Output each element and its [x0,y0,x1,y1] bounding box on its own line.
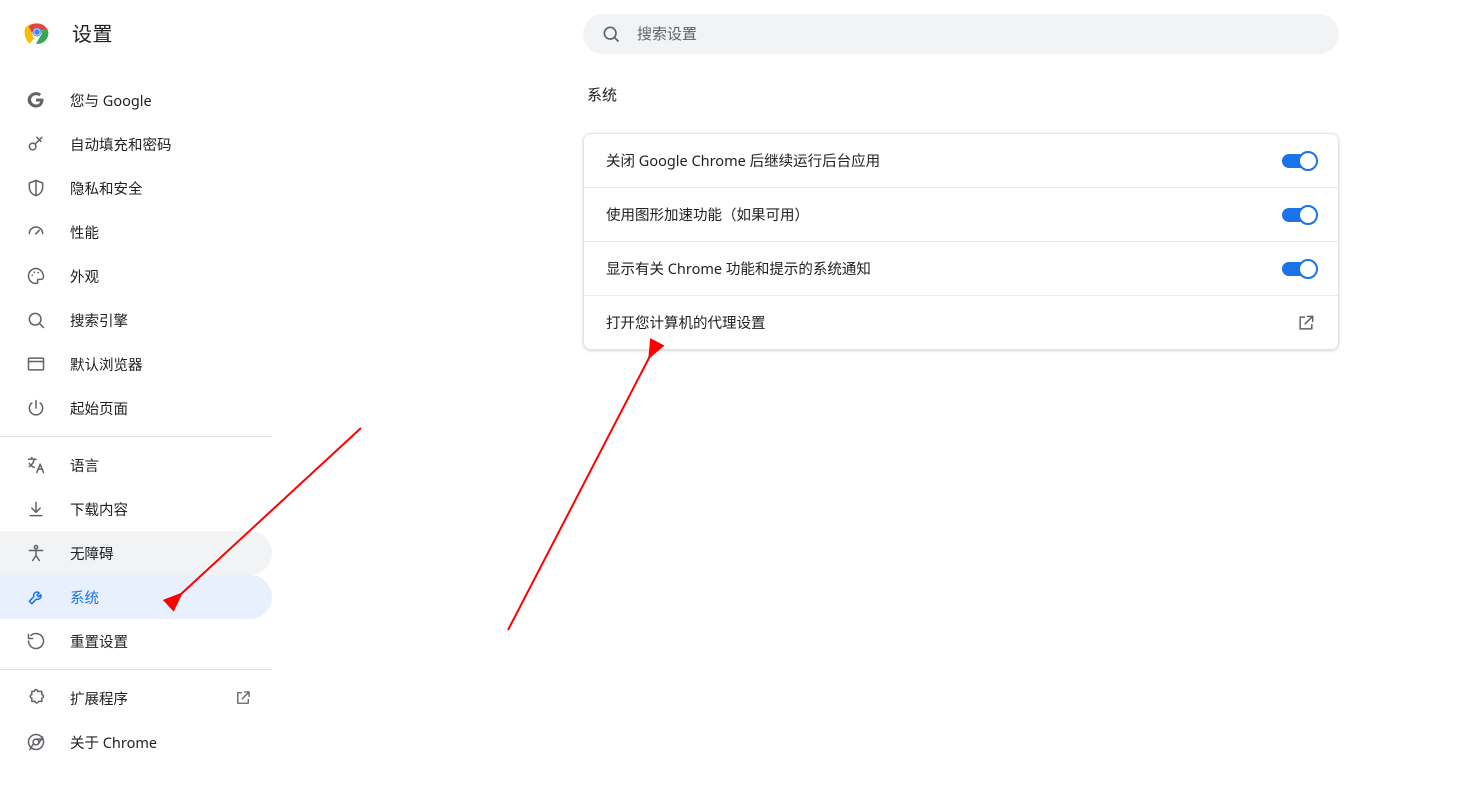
puzzle-icon [26,688,46,708]
system-toggle-row: 使用图形加速功能（如果可用） [584,187,1338,241]
shield-icon [26,178,46,198]
sidebar-item-label: 起始页面 [70,398,128,419]
google-icon [26,90,46,110]
translate-icon [26,455,46,475]
sidebar-item-label: 扩展程序 [70,688,128,709]
toggle-switch[interactable] [1282,151,1316,171]
sidebar-item-label: 语言 [70,455,99,476]
row-label: 显示有关 Chrome 功能和提示的系统通知 [606,258,871,279]
sidebar-item-extensions[interactable]: 扩展程序 [0,676,272,720]
system-toggle-row: 显示有关 Chrome 功能和提示的系统通知 [584,241,1338,295]
sidebar-item-reset[interactable]: 重置设置 [0,619,272,663]
sidebar-item-downloads[interactable]: 下载内容 [0,487,272,531]
system-toggle-row: 关闭 Google Chrome 后继续运行后台应用 [584,134,1338,187]
toggle-switch[interactable] [1282,205,1316,225]
toggle-switch[interactable] [1282,259,1316,279]
search-input[interactable] [635,25,1321,44]
sidebar-item-autofill[interactable]: 自动填充和密码 [0,122,272,166]
section-title: 系统 [583,84,1339,105]
chrome-outline-icon [26,732,46,752]
sidebar-item-privacy[interactable]: 隐私和安全 [0,166,272,210]
wrench-icon [26,587,46,607]
header-left: 设置 [0,18,113,47]
sidebar-item-appearance[interactable]: 外观 [0,254,272,298]
nav-divider [0,669,272,670]
sidebar-item-label: 关于 Chrome [70,732,157,753]
row-label: 关闭 Google Chrome 后继续运行后台应用 [606,150,880,171]
sidebar-item-label: 无障碍 [70,543,114,564]
sidebar-item-label: 您与 Google [70,90,152,111]
page-title: 设置 [72,18,113,47]
speed-icon [26,222,46,242]
search-icon [26,310,46,330]
sidebar-item-label: 自动填充和密码 [70,134,172,155]
window-icon [26,354,46,374]
sidebar-item-label: 重置设置 [70,631,128,652]
search-bar[interactable] [583,14,1339,54]
nav-divider [0,436,272,437]
restore-icon [26,631,46,651]
chrome-logo-icon [24,19,50,45]
main: 系统 关闭 Google Chrome 后继续运行后台应用使用图形加速功能（如果… [272,64,1462,764]
sidebar-item-label: 性能 [70,222,99,243]
accessibility-icon [26,543,46,563]
search-icon [601,24,621,44]
system-open-proxy-row[interactable]: 打开您计算机的代理设置 [584,295,1338,349]
sidebar-item-label: 隐私和安全 [70,178,143,199]
sidebar-item-default-browser[interactable]: 默认浏览器 [0,342,272,386]
sidebar-item-accessibility[interactable]: 无障碍 [0,531,272,575]
sidebar-item-system[interactable]: 系统 [0,575,272,619]
sidebar-item-search-engine[interactable]: 搜索引擎 [0,298,272,342]
key-icon [26,134,46,154]
row-label: 使用图形加速功能（如果可用） [606,204,809,225]
sidebar-item-label: 系统 [70,587,99,608]
sidebar-item-label: 外观 [70,266,99,287]
content: 系统 关闭 Google Chrome 后继续运行后台应用使用图形加速功能（如果… [583,84,1339,350]
download-icon [26,499,46,519]
open-external-icon [234,689,252,707]
sidebar-item-label: 搜索引擎 [70,310,128,331]
sidebar-item-you-google[interactable]: 您与 Google [0,78,272,122]
open-external-icon [1296,313,1316,333]
search-bar-wrap [583,14,1339,54]
sidebar-item-languages[interactable]: 语言 [0,443,272,487]
row-label: 打开您计算机的代理设置 [606,312,766,333]
sidebar-item-label: 默认浏览器 [70,354,143,375]
system-card: 关闭 Google Chrome 后继续运行后台应用使用图形加速功能（如果可用）… [583,133,1339,350]
sidebar-item-about[interactable]: 关于 Chrome [0,720,272,764]
sidebar-item-label: 下载内容 [70,499,128,520]
palette-icon [26,266,46,286]
power-icon [26,398,46,418]
sidebar-item-performance[interactable]: 性能 [0,210,272,254]
sidebar-item-on-startup[interactable]: 起始页面 [0,386,272,430]
sidebar: 您与 Google 自动填充和密码隐私和安全性能外观搜索引擎默认浏览器起始页面语言… [0,64,272,764]
